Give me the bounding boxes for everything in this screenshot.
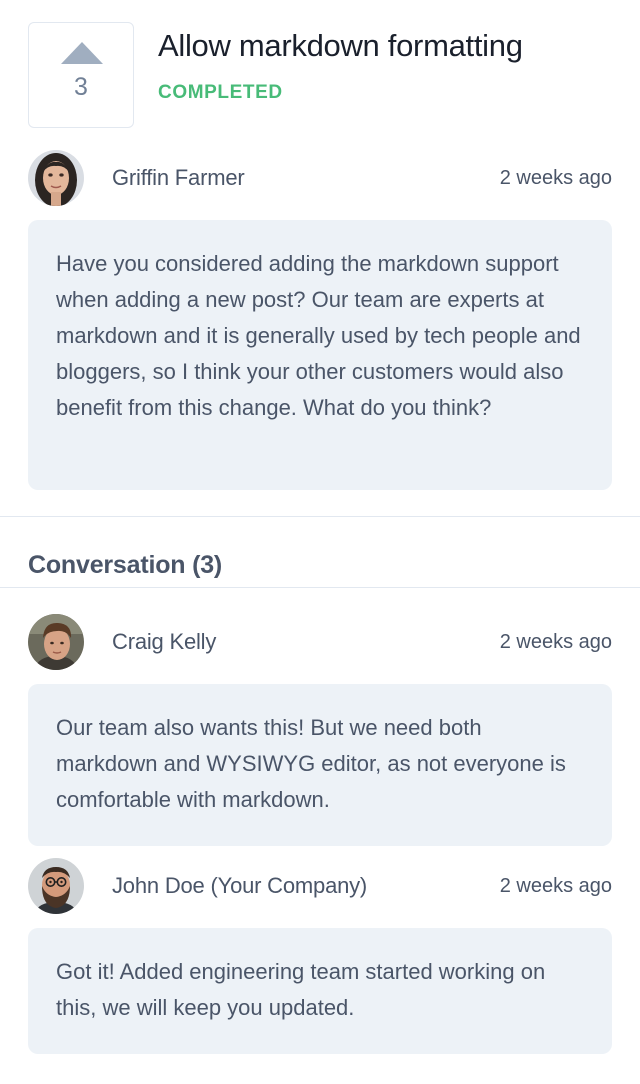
avatar[interactable] [28,858,84,914]
comment: John Doe (Your Company) 2 weeks ago Got … [28,858,612,1054]
original-post: Griffin Farmer 2 weeks ago Have you cons… [28,150,612,490]
timestamp: 2 weeks ago [499,631,612,653]
section-divider [0,516,640,517]
comment-header: John Doe (Your Company) 2 weeks ago [28,858,612,916]
upvote-button[interactable]: 3 [28,22,134,128]
post-title: Allow markdown formatting [158,28,523,63]
author-name[interactable]: Craig Kelly [112,629,216,655]
comment-body: Our team also wants this! But we need bo… [28,684,612,846]
conversation-divider [0,587,640,588]
timestamp: 2 weeks ago [499,167,612,189]
comment-header: Griffin Farmer 2 weeks ago [28,150,612,208]
author-name[interactable]: Griffin Farmer [112,165,245,191]
post-body: Have you considered adding the markdown … [28,220,612,490]
avatar[interactable] [28,150,84,206]
comment: Craig Kelly 2 weeks ago Our team also wa… [28,614,612,846]
avatar[interactable] [28,614,84,670]
conversation-title: Conversation (3) [28,551,223,579]
upvote-triangle-icon [61,42,103,64]
comment-header: Craig Kelly 2 weeks ago [28,614,612,672]
status-badge: COMPLETED [158,82,283,103]
comment-body: Got it! Added engineering team started w… [28,928,612,1054]
timestamp: 2 weeks ago [499,875,612,897]
author-name[interactable]: John Doe (Your Company) [112,873,367,899]
vote-count: 3 [74,73,88,101]
post-header: 3 Allow markdown formatting COMPLETED [28,22,612,130]
